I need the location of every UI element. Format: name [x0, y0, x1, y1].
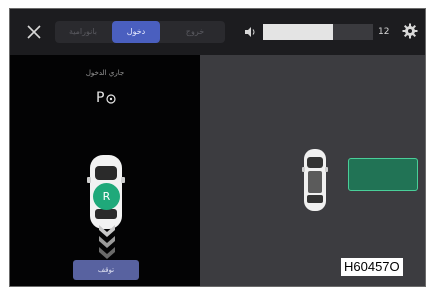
speaker-icon[interactable]	[243, 25, 257, 39]
tab-exit[interactable]: خروج	[165, 21, 225, 43]
parking-screen: بانورامية دخول خروج 12 جاري الدخول P R ت…	[9, 8, 426, 287]
volume-value: 12	[378, 27, 390, 37]
parking-status-panel: جاري الدخول P R توقف	[10, 55, 200, 286]
vehicle-topview-icon	[302, 149, 328, 211]
reverse-gear-badge: R	[93, 183, 120, 210]
top-bar: بانورامية دخول خروج 12	[10, 9, 425, 55]
gear-icon[interactable]	[402, 23, 418, 39]
volume-slider[interactable]	[263, 24, 373, 40]
auto-park-icon: P	[96, 90, 116, 106]
close-icon[interactable]	[24, 22, 44, 42]
volume-slider-fill	[263, 24, 334, 40]
target-parking-spot[interactable]	[348, 158, 418, 191]
parking-view	[200, 55, 425, 286]
tab-enter[interactable]: دخول	[112, 21, 160, 43]
mode-segmented-control: بانورامية دخول خروج	[55, 21, 225, 43]
figure-code: H60457O	[341, 258, 403, 276]
svg-text:P: P	[96, 90, 104, 106]
parking-status-text: جاري الدخول	[85, 69, 125, 77]
reverse-direction-chevrons-icon	[99, 225, 115, 259]
stop-parking-button[interactable]: توقف	[73, 260, 139, 280]
tab-panorama[interactable]: بانورامية	[55, 21, 111, 43]
